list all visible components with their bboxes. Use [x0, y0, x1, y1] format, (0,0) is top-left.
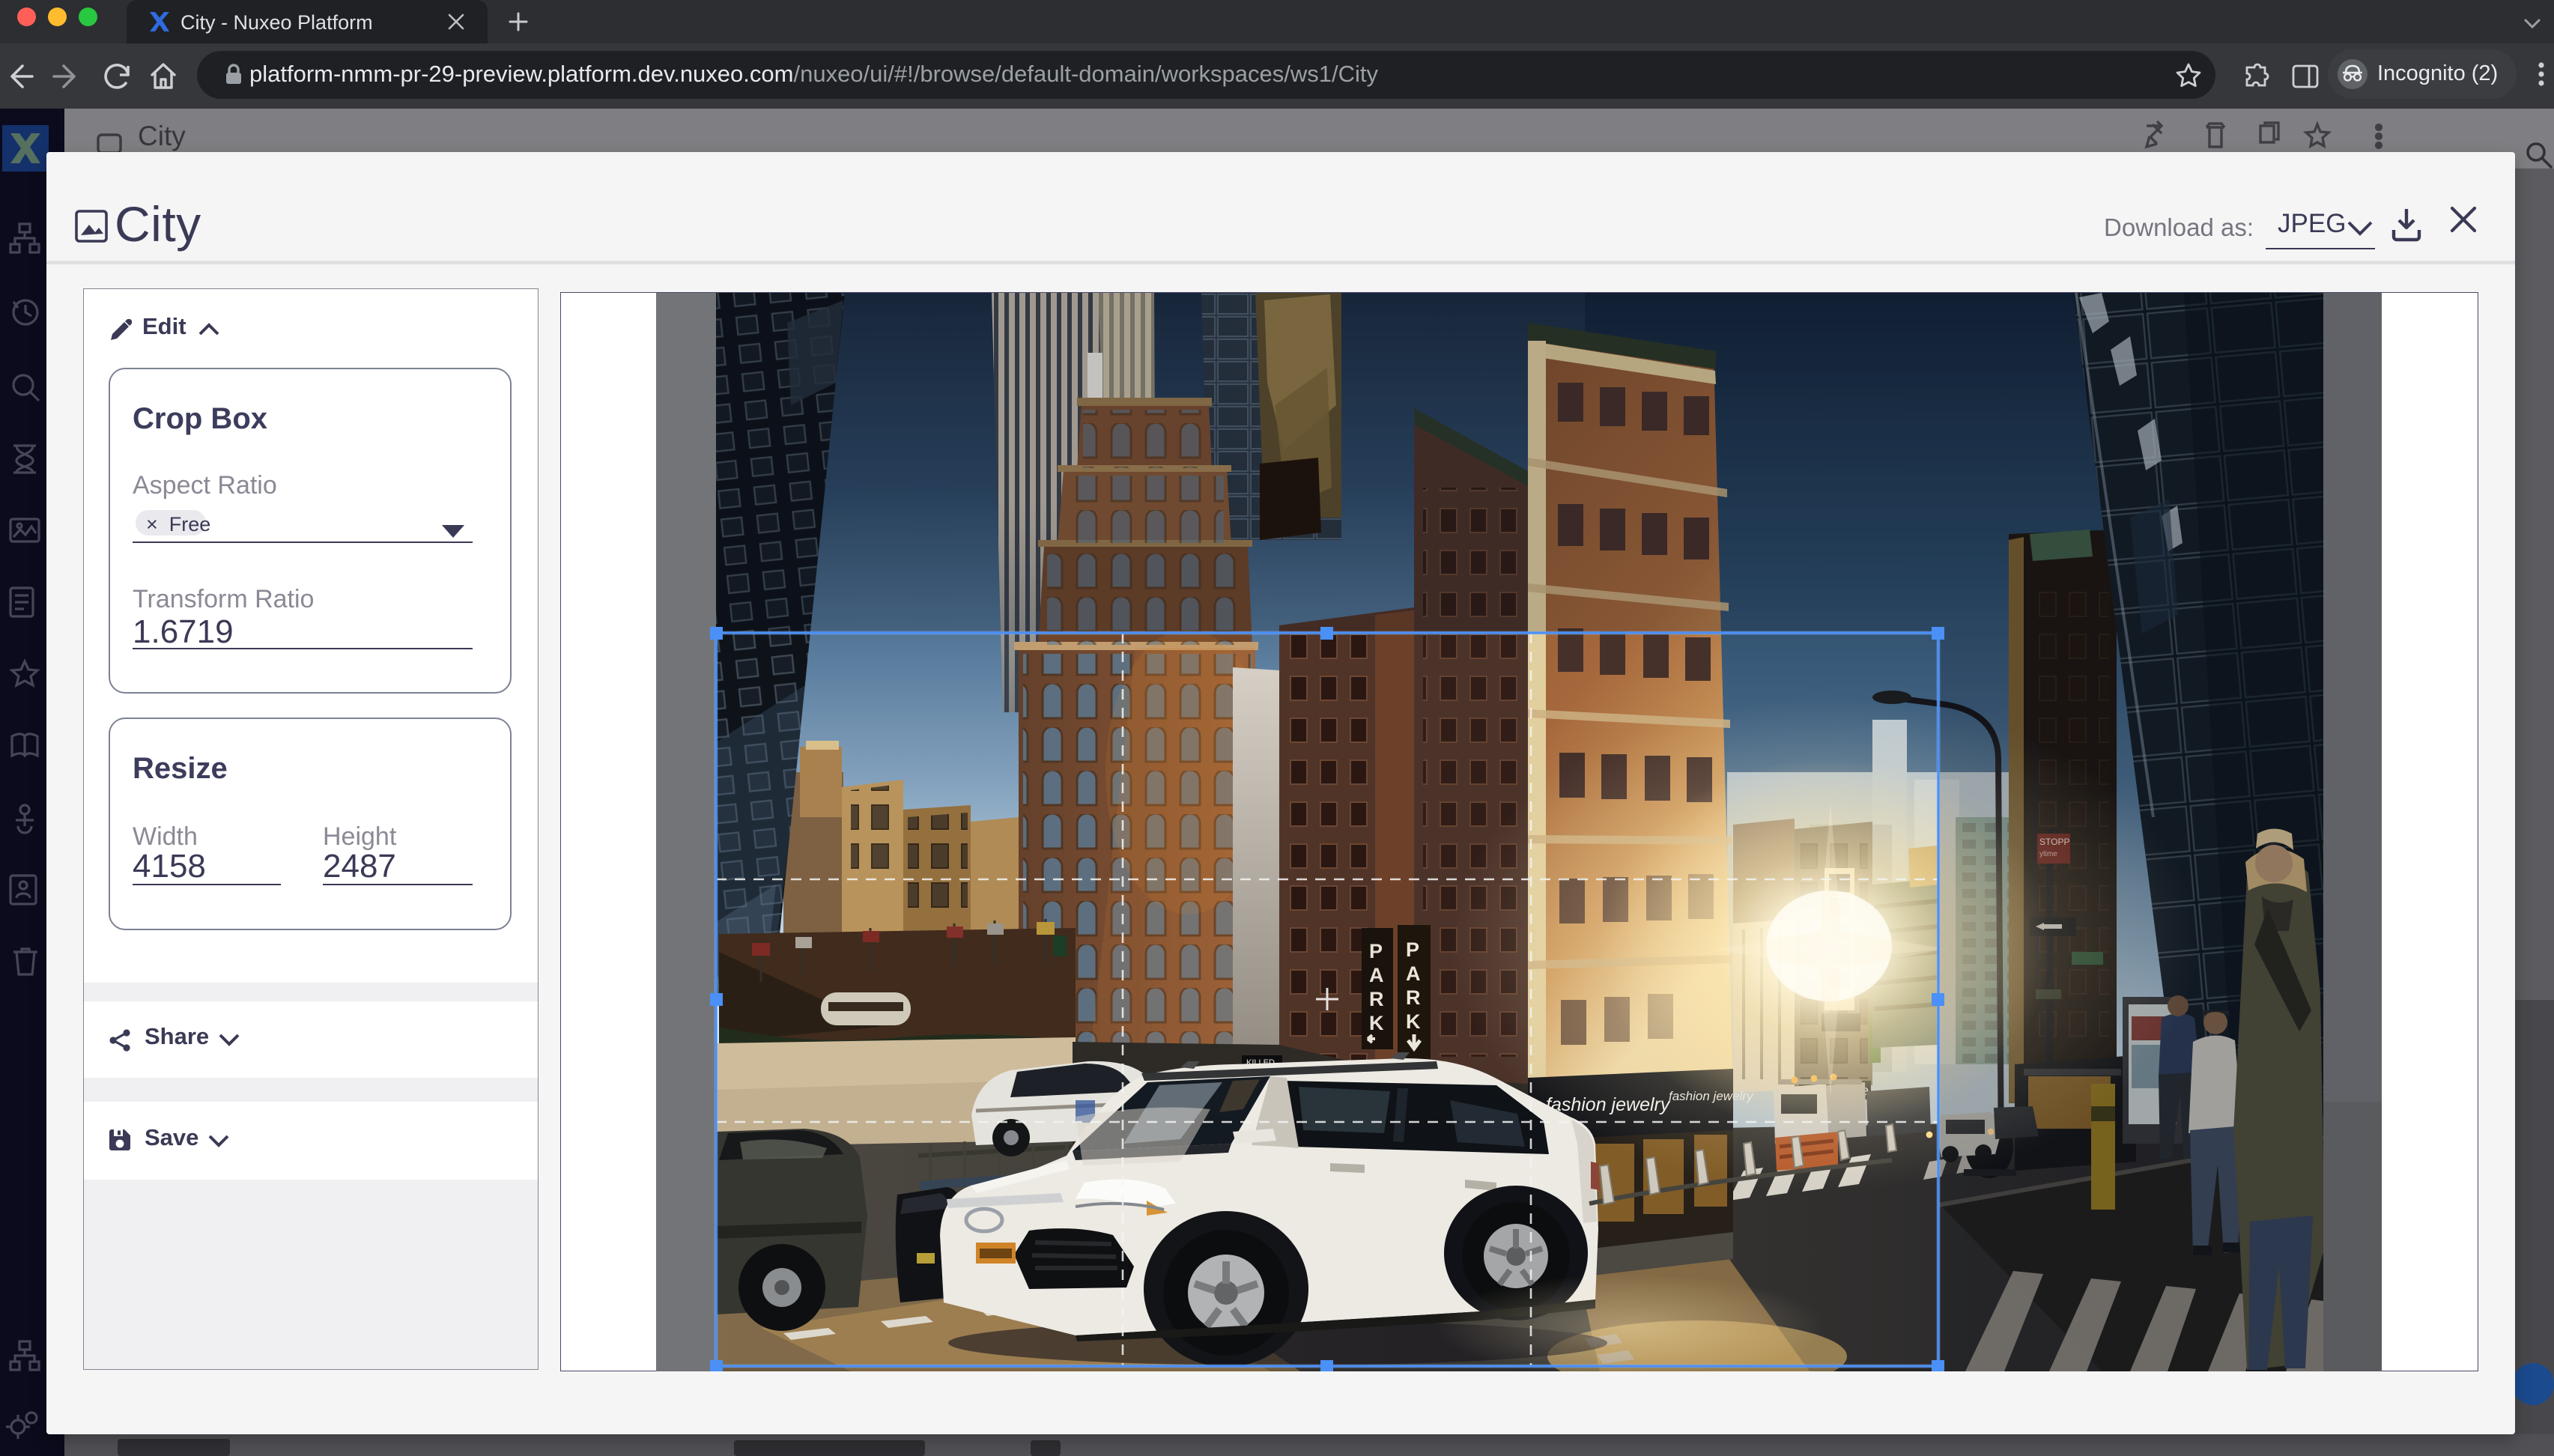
svg-text:A: A	[1369, 964, 1384, 986]
svg-text:K: K	[1369, 1012, 1384, 1034]
svg-text:R: R	[1369, 988, 1384, 1010]
svg-text:K: K	[1406, 1010, 1421, 1033]
svg-text:A: A	[1406, 962, 1421, 985]
svg-text:R: R	[1406, 986, 1421, 1009]
svg-text:P: P	[1406, 938, 1419, 961]
svg-text:P: P	[1369, 940, 1383, 962]
